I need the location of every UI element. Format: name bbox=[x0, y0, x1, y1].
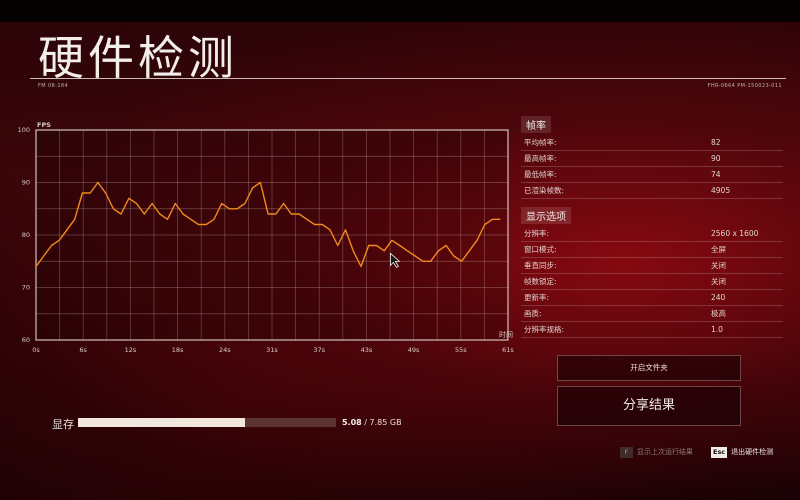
stat-label: 窗口模式: bbox=[524, 245, 557, 254]
x-tick-label: 24s bbox=[219, 346, 231, 354]
key-f-badge: F bbox=[620, 447, 633, 458]
stats-panel: 帧率 平均帧率: 82 最高帧率: 90 最低帧率: 74 已渲染帧数: 4905 显示… bbox=[521, 114, 783, 338]
x-tick-label: 61s bbox=[502, 346, 514, 354]
x-tick-label: 49s bbox=[408, 346, 420, 354]
framerate-section-title: 帧率 bbox=[521, 116, 551, 133]
share-results-button[interactable]: 分享结果 bbox=[557, 386, 741, 426]
stat-label: 分辨率: bbox=[524, 229, 550, 238]
vram-value: 5.08 / 7.85 GB bbox=[342, 418, 402, 427]
display-section-title: 显示选项 bbox=[521, 207, 571, 224]
framerate-rows: 平均帧率: 82 最高帧率: 90 最低帧率: 74 已渲染帧数: 4905 bbox=[521, 135, 783, 199]
fps-chart: 100 90 80 70 60 FPS 0s 6s 12s 18s 24s 31s 37s 43s 49s 5… bbox=[18, 121, 515, 354]
stat-label: 平均帧率: bbox=[524, 138, 557, 147]
page-title: 硬件检测 bbox=[38, 31, 238, 85]
stat-value: 关闭 bbox=[711, 261, 726, 270]
stat-row: 分辨率: 2560 x 1600 bbox=[521, 226, 783, 242]
stat-row: 最高帧率: 90 bbox=[521, 151, 783, 167]
x-tick-label: 43s bbox=[361, 346, 373, 354]
exit-benchmark-hint[interactable]: Esc 退出硬件检测 bbox=[711, 447, 773, 458]
stat-row: 分辨率规格: 1.0 bbox=[521, 322, 783, 338]
vram-label: 显存 bbox=[52, 418, 74, 431]
y-tick-label: 80 bbox=[22, 231, 30, 239]
y-tick-label: 100 bbox=[18, 126, 30, 134]
stat-label: 分辨率规格: bbox=[524, 325, 565, 334]
stat-label: 帧数锁定: bbox=[524, 277, 557, 286]
stat-row: 窗口模式: 全屏 bbox=[521, 242, 783, 258]
stat-label: 已渲染帧数: bbox=[524, 186, 565, 195]
open-folder-button[interactable]: 开启文件夹 bbox=[557, 355, 741, 381]
stat-value: 1.0 bbox=[711, 325, 723, 334]
stat-label: 垂直同步: bbox=[524, 261, 557, 270]
y-axis-label: FPS bbox=[37, 121, 51, 129]
stat-value: 极高 bbox=[711, 309, 726, 318]
stat-label: 更新率: bbox=[524, 293, 550, 302]
stat-value: 240 bbox=[711, 293, 726, 302]
title-divider bbox=[30, 78, 786, 79]
vram-bar-fill bbox=[78, 418, 245, 427]
stat-value: 82 bbox=[711, 138, 721, 147]
stat-row: 已渲染帧数: 4905 bbox=[521, 183, 783, 199]
stat-label: 最高帧率: bbox=[524, 154, 557, 163]
stat-row: 画质: 极高 bbox=[521, 306, 783, 322]
stat-label: 画质: bbox=[524, 309, 542, 318]
vram-total: / 7.85 GB bbox=[364, 418, 402, 427]
x-axis-label: 时间 bbox=[499, 330, 513, 339]
stat-value: 90 bbox=[711, 154, 721, 163]
top-bar bbox=[0, 0, 800, 22]
x-tick-label: 37s bbox=[313, 346, 325, 354]
x-tick-label: 6s bbox=[79, 346, 87, 354]
key-esc-badge: Esc bbox=[711, 447, 728, 458]
stat-label: 最低帧率: bbox=[524, 170, 557, 179]
x-tick-label: 55s bbox=[455, 346, 467, 354]
vram-bar bbox=[78, 418, 336, 427]
stat-value: 74 bbox=[711, 170, 721, 179]
stat-row: 帧数锁定: 关闭 bbox=[521, 274, 783, 290]
y-tick-label: 90 bbox=[22, 179, 30, 187]
stat-row: 最低帧率: 74 bbox=[521, 167, 783, 183]
stat-row: 更新率: 240 bbox=[521, 290, 783, 306]
y-tick-label: 60 bbox=[22, 336, 30, 344]
show-last-run-hint[interactable]: F 显示上次运行结果 bbox=[620, 447, 693, 458]
x-tick-label: 31s bbox=[266, 346, 278, 354]
stat-row: 垂直同步: 关闭 bbox=[521, 258, 783, 274]
show-last-run-label: 显示上次运行结果 bbox=[637, 448, 693, 456]
header-code-right: FHR-0664 PM-150023-011 bbox=[707, 83, 782, 89]
stat-value: 2560 x 1600 bbox=[711, 229, 759, 238]
stat-row: 平均帧率: 82 bbox=[521, 135, 783, 151]
x-tick-label: 0s bbox=[32, 346, 40, 354]
stat-value: 4905 bbox=[711, 186, 731, 195]
x-tick-label: 18s bbox=[172, 346, 184, 354]
x-tick-label: 12s bbox=[125, 346, 137, 354]
exit-benchmark-label: 退出硬件检测 bbox=[731, 448, 774, 456]
y-tick-label: 70 bbox=[22, 284, 30, 292]
header-code-left: FM 08-184 bbox=[38, 83, 69, 89]
stat-value: 全屏 bbox=[711, 245, 726, 254]
vram-used: 5.08 bbox=[342, 418, 362, 427]
stat-value: 关闭 bbox=[711, 277, 726, 286]
